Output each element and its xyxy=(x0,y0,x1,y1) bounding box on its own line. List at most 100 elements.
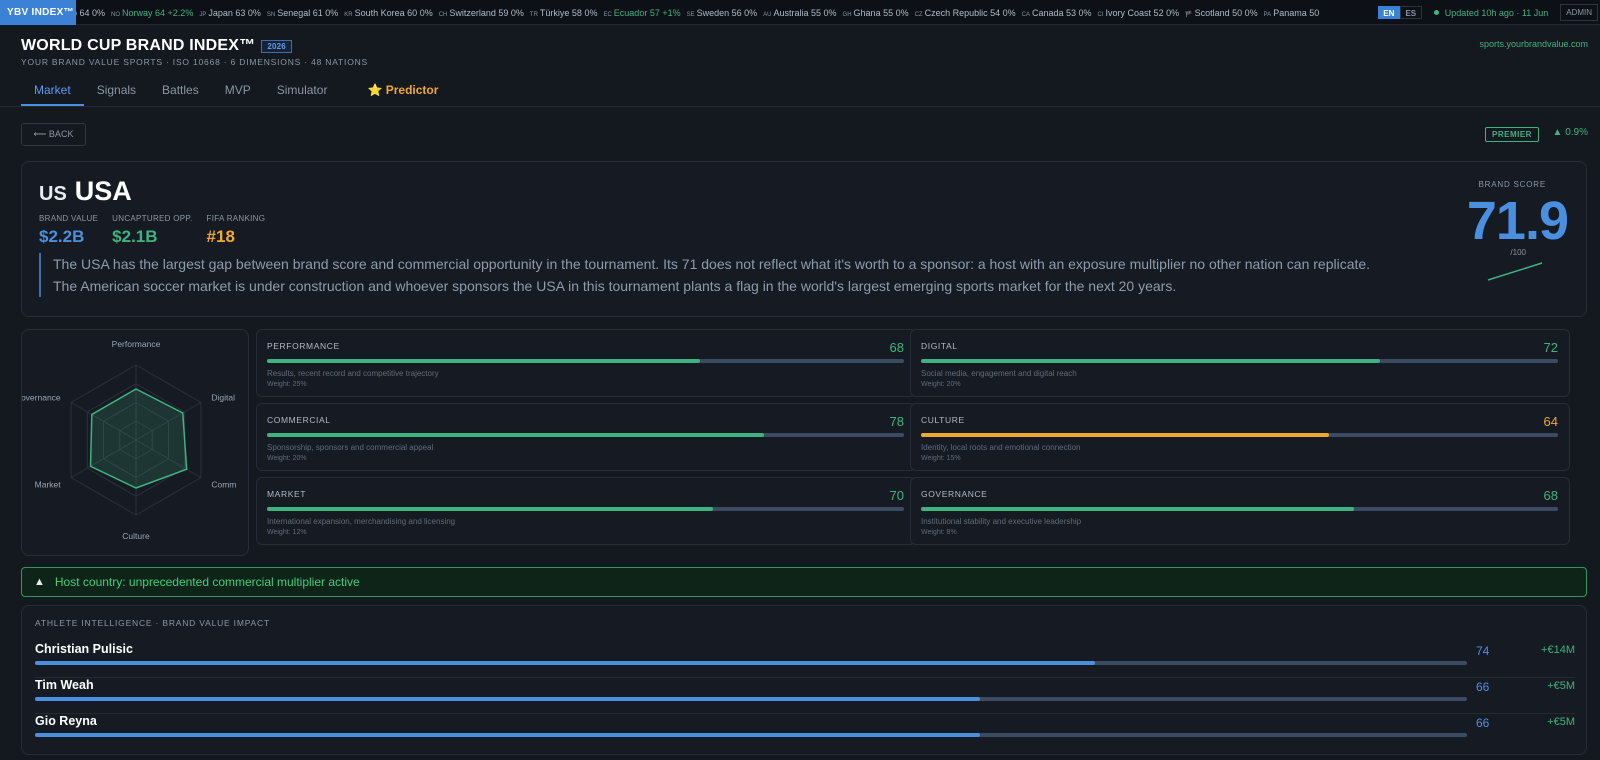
ticker-item-code: PA xyxy=(1263,12,1272,18)
ticker-item-code: NO xyxy=(111,12,121,18)
athlete-impact: +€5M xyxy=(1547,716,1575,728)
ticker-item-text: Scotland 50 0% xyxy=(1194,8,1258,18)
dimension-card[interactable]: DIGITAL 72 Social media, engagement and di… xyxy=(910,329,1570,397)
lang-en-button[interactable]: EN xyxy=(1377,6,1400,19)
brand-score-label: BRAND SCORE xyxy=(1478,180,1546,189)
dimension-card[interactable]: CULTURE 64 Identity, local roots and emoti… xyxy=(910,403,1570,471)
ticker-item-text: Ivory Coast 52 0% xyxy=(1105,8,1180,18)
athlete-bar-fill xyxy=(35,661,1095,665)
lang-es-button[interactable]: ES xyxy=(1399,6,1422,19)
back-button[interactable]: ⟵ BACK xyxy=(21,123,86,146)
ticker-item: PA Panama 50 xyxy=(1264,0,1320,25)
tab-predictor[interactable]: ⭐ Predictor xyxy=(354,76,451,106)
premier-badge: PREMIER xyxy=(1485,127,1539,142)
dimension-name: DIGITAL xyxy=(921,341,958,351)
radar-value-shape xyxy=(89,388,188,489)
dimension-card[interactable]: MARKET 70 International expansion, merchan… xyxy=(256,477,916,545)
dimension-description: Identity, local roots and emotional conn… xyxy=(921,443,1081,452)
ticker-item-code: 🏴 xyxy=(1185,12,1193,18)
ticker-item-code: KR xyxy=(344,12,353,18)
dimension-bar-fill xyxy=(267,433,764,437)
athlete-row[interactable]: Tim Weah 66 +€5M xyxy=(35,678,1575,714)
ticker-item-code: SE xyxy=(686,12,695,18)
country-narrative: The USA has the largest gap between bran… xyxy=(39,253,1459,297)
tabs-divider xyxy=(0,106,1600,107)
country-hero-card: US USA BRAND VALUE $2.2B UNCAPTURED OPP.… xyxy=(21,161,1587,317)
triangle-up-icon: ▲ xyxy=(34,576,45,588)
stat-value: $2.1B xyxy=(112,227,158,246)
ticker-item: SN Senegal 61 0% xyxy=(267,0,338,25)
ticker-item-text: Türkiye 58 0% xyxy=(539,8,598,18)
ticker-item: TR Türkiye 58 0% xyxy=(530,0,598,25)
athlete-bar-fill xyxy=(35,697,981,701)
radar-axis-label: Performance xyxy=(112,339,161,349)
star-icon: ⭐ xyxy=(367,83,383,97)
athlete-score: 66 xyxy=(1476,680,1490,694)
ticker-item-text: South Korea 60 0% xyxy=(354,8,433,18)
dimension-score: 68 xyxy=(889,340,904,355)
tab-simulator[interactable]: Simulator xyxy=(264,76,341,106)
athlete-row[interactable]: Christian Pulisic 74 +€14M xyxy=(35,642,1575,678)
ticker-item: CA Canada 53 0% xyxy=(1022,0,1092,25)
dimension-weight: Weight: 12% xyxy=(267,529,307,536)
radar-axis-label: Culture xyxy=(122,531,150,541)
dimension-bar-track xyxy=(267,433,904,437)
dimension-name: PERFORMANCE xyxy=(267,341,340,351)
dimension-score: 70 xyxy=(889,488,904,503)
dimension-name: GOVERNANCE xyxy=(921,489,988,499)
dimension-name: CULTURE xyxy=(921,415,965,425)
athlete-impact: +€5M xyxy=(1547,680,1575,692)
ticker-item-code: CA xyxy=(1021,12,1030,18)
dimension-weight: Weight: 20% xyxy=(921,381,961,388)
brand-score-max: /100 xyxy=(1510,248,1526,257)
tab-mvp[interactable]: MVP xyxy=(212,76,264,106)
ticker-item-code: TR xyxy=(529,12,538,18)
ticker-item-text: Sweden 56 0% xyxy=(696,8,758,18)
ticker-item-text: Senegal 61 0% xyxy=(277,8,339,18)
update-status: Updated 10h ago · 11 Jun xyxy=(1433,7,1549,18)
tab-signals[interactable]: Signals xyxy=(84,76,149,106)
radar-axis-label: Governance xyxy=(22,393,61,403)
ticker-item-code: SN xyxy=(266,12,276,18)
dimension-card[interactable]: PERFORMANCE 68 Results, recent record and … xyxy=(256,329,916,397)
ticker-item-text: Australia 55 0% xyxy=(773,8,837,18)
ticker-item-code: CI xyxy=(1097,12,1104,18)
ticker-item-text: Ghana 55 0% xyxy=(853,8,909,18)
site-link[interactable]: sports.yourbrandvalue.com xyxy=(1479,39,1588,49)
dimension-bar-track xyxy=(267,359,904,363)
radar-axis-label: Market xyxy=(35,480,62,490)
dimension-card[interactable]: GOVERNANCE 68 Institutional stability and … xyxy=(910,477,1570,545)
stat-brand-value: BRAND VALUE $2.2B xyxy=(39,214,98,247)
dimension-name: COMMERCIAL xyxy=(267,415,331,425)
athlete-impact: +€14M xyxy=(1541,644,1575,656)
dimension-bar-fill xyxy=(921,359,1380,363)
main-tabs: Market Signals Battles MVP Simulator ⭐ P… xyxy=(21,76,451,106)
tab-battles[interactable]: Battles xyxy=(149,76,212,106)
dimension-description: Results, recent record and competitive t… xyxy=(267,369,439,378)
radar-chart: Performance Digital Comm Culture Market Gover… xyxy=(14,339,236,541)
stat-fifa-ranking: FIFA RANKING #18 xyxy=(207,214,266,247)
ticker-item: SE Sweden 56 0% xyxy=(687,0,758,25)
page-subtitle: YOUR BRAND VALUE SPORTS · ISO 10668 · 6 … xyxy=(21,57,369,67)
tab-market[interactable]: Market xyxy=(21,76,84,106)
stat-opportunity: UNCAPTURED OPP. $2.1B xyxy=(112,214,192,247)
page-title-text: WORLD CUP BRAND INDEX™ xyxy=(21,37,256,54)
ticker-item-text: Panama 50 xyxy=(1273,8,1320,18)
dimension-name: MARKET xyxy=(267,489,307,499)
year-badge: 2026 xyxy=(261,39,292,53)
athlete-bar-track xyxy=(35,661,1467,665)
dimension-bar-track xyxy=(921,507,1558,511)
ticker-bar: o 64 0% NO Norway 64 +2.2% JP Japan 63 0% SN S… xyxy=(0,0,1600,25)
country-code: US xyxy=(39,183,67,205)
trend-sparkline-icon xyxy=(1487,262,1543,281)
updated-text: Updated 10h ago · 11 Jun xyxy=(1444,7,1549,18)
athlete-row[interactable]: Gio Reyna 66 +€5M xyxy=(35,714,1575,750)
brand-score-value: 71.9 xyxy=(1466,191,1569,251)
dimension-description: Social media, engagement and digital rea… xyxy=(921,369,1077,378)
dimension-score: 68 xyxy=(1543,488,1558,503)
radar-card: Performance Digital Comm Culture Market Gover… xyxy=(14,329,249,556)
admin-button[interactable]: ADMIN xyxy=(1560,4,1598,21)
dimension-score: 64 xyxy=(1543,414,1558,429)
athlete-score: 66 xyxy=(1476,716,1490,730)
dimension-card[interactable]: COMMERCIAL 78 Sponsorship, sponsors and co… xyxy=(256,403,916,471)
